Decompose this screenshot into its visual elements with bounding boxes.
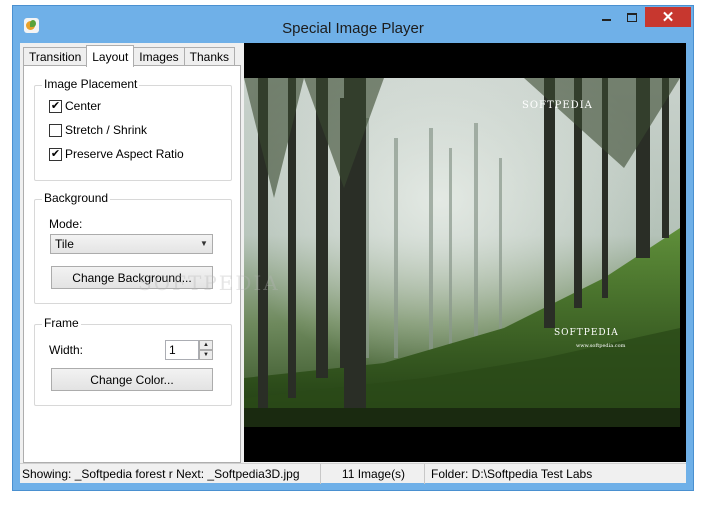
center-checkbox[interactable]: ✔ Center (49, 99, 101, 113)
title-bar[interactable]: Special Image Player ✕ (13, 6, 693, 43)
change-background-button[interactable]: Change Background... (51, 266, 213, 289)
mode-label: Mode: (49, 217, 83, 231)
tab-strip: Transition Layout Images Thanks (23, 45, 235, 67)
watermark-bottom: SOFTPEDIA (554, 328, 619, 338)
minimize-icon (601, 19, 611, 21)
status-bar: Showing: _Softpedia forest r Next: _Soft… (20, 463, 686, 484)
window-title: Special Image Player (282, 20, 424, 37)
layout-panel: Image Placement ✔ Center Stretch / Shrin… (23, 65, 241, 463)
center-checkbox-box[interactable]: ✔ (49, 99, 62, 113)
aspect-checkbox-box[interactable]: ✔ (49, 147, 62, 161)
spin-down-icon[interactable]: ▼ (199, 350, 213, 360)
chevron-down-icon[interactable]: ▼ (199, 239, 209, 249)
spin-up-icon[interactable]: ▲ (199, 340, 213, 350)
client-area: Transition Layout Images Thanks Image Pl… (20, 43, 686, 484)
tab-images[interactable]: Images (133, 47, 185, 66)
forest-photo: SOFTPEDIA SOFTPEDIA www.softpedia.com (244, 78, 680, 427)
status-image-count: 11 Image(s) (321, 464, 425, 484)
change-color-button[interactable]: Change Color... (51, 368, 213, 391)
group-title-frame: Frame (42, 316, 81, 330)
minimize-button[interactable] (593, 7, 619, 27)
tab-thanks[interactable]: Thanks (183, 47, 235, 66)
image-viewer[interactable]: SOFTPEDIA SOFTPEDIA www.softpedia.com (244, 43, 686, 462)
watermark-url: www.softpedia.com (576, 343, 626, 349)
background-group: Background Mode: Tile ▼ Change Backgroun… (34, 191, 232, 304)
mode-select[interactable]: Tile ▼ (50, 234, 213, 254)
status-showing: Showing: _Softpedia forest r Next: _Soft… (20, 464, 321, 484)
maximize-icon (627, 12, 637, 22)
stretch-label: Stretch / Shrink (65, 123, 148, 137)
tab-transition[interactable]: Transition (23, 47, 88, 66)
aspect-label: Preserve Aspect Ratio (65, 147, 184, 161)
group-title-background: Background (42, 191, 111, 205)
stretch-checkbox-box[interactable] (49, 123, 62, 137)
forest-image (244, 78, 680, 427)
stretch-checkbox[interactable]: Stretch / Shrink (49, 123, 147, 137)
width-stepper[interactable]: ▲ ▼ (199, 340, 213, 360)
aspect-checkbox[interactable]: ✔ Preserve Aspect Ratio (49, 147, 184, 161)
group-title-placement: Image Placement (42, 77, 140, 91)
status-folder: Folder: D:\Softpedia Test Labs (431, 467, 593, 481)
maximize-button[interactable] (619, 7, 645, 27)
tab-layout[interactable]: Layout (86, 45, 135, 67)
width-label: Width: (49, 343, 84, 357)
close-button[interactable]: ✕ (645, 7, 691, 27)
app-window: Special Image Player ✕ Transition Layout… (12, 5, 694, 491)
watermark-top: SOFTPEDIA (522, 100, 593, 111)
image-placement-group: Image Placement ✔ Center Stretch / Shrin… (34, 77, 232, 181)
close-icon: ✕ (661, 9, 675, 26)
mode-value: Tile (55, 237, 74, 251)
width-input[interactable]: 1 (165, 340, 199, 360)
center-label: Center (65, 99, 102, 113)
frame-group: Frame Width: 1 ▲ ▼ Change Color... (34, 316, 232, 406)
